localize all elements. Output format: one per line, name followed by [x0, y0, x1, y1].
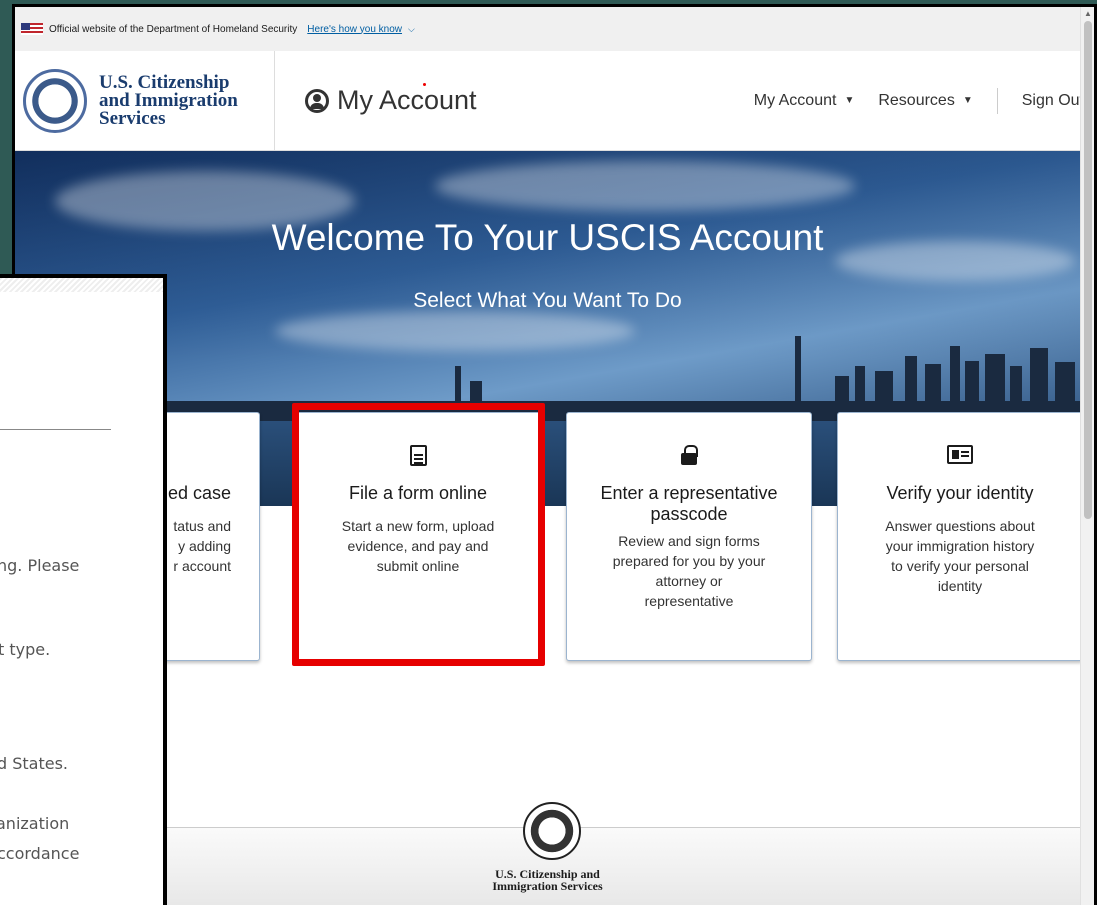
main-nav: My Account ▼ Resources ▼ Sign Out: [730, 87, 1094, 114]
card-icon-wrap: [838, 445, 1082, 469]
card-desc-line: Answer questions about: [885, 518, 1035, 534]
card-desc-line: to verify your personal: [891, 558, 1029, 574]
overlay-text-line: ng. Please: [0, 556, 80, 575]
agency-line-1: U.S. Citizenship: [99, 71, 230, 93]
us-flag-icon: [21, 23, 43, 35]
card-desc-line: evidence, and pay and: [347, 538, 489, 554]
overlay-divider: [0, 429, 111, 430]
gov-banner-text: Official website of the Department of Ho…: [49, 23, 298, 35]
card-icon-wrap: [296, 445, 540, 469]
card-desc-line: Start a new form, upload: [341, 518, 495, 534]
card-desc-line: submit online: [376, 558, 460, 574]
nav-separator: [996, 87, 998, 114]
nav-my-account[interactable]: My Account ▼: [754, 92, 855, 110]
card-file-form-online[interactable]: File a form online Start a new form, upl…: [295, 412, 541, 661]
overlay-text-line: anization: [0, 814, 70, 833]
id-card-icon: [947, 445, 973, 464]
hero-subtitle: Select What You Want To Do: [413, 289, 682, 312]
card-icon-wrap: [567, 445, 811, 469]
card-description: Start a new form, upload evidence, and p…: [296, 516, 540, 576]
nav-resources-label: Resources: [878, 91, 955, 109]
scroll-up-arrow-icon[interactable]: ▲: [1084, 9, 1092, 18]
header-divider: [274, 50, 275, 151]
caret-down-icon: ▼: [844, 95, 855, 106]
card-desc-line: your immigration history: [885, 538, 1035, 554]
card-title: Verify your identity: [886, 483, 1034, 503]
card-title-line: Enter a representative: [600, 483, 778, 503]
scrollbar-thumb[interactable]: [1084, 21, 1092, 519]
card-representative-passcode[interactable]: Enter a representative passcode Review a…: [566, 412, 812, 661]
card-desc-line: identity: [937, 578, 983, 594]
site-header: U.S. Citizenship and Immigration Service…: [15, 50, 1094, 151]
hero-title: Welcome To Your USCIS Account: [271, 217, 824, 258]
agency-line-2: and Immigration: [99, 89, 238, 111]
page-title: My Account: [305, 85, 477, 116]
browser-window: Official website of the Department of Ho…: [12, 4, 1097, 905]
gov-banner: Official website of the Department of Ho…: [15, 7, 1094, 51]
uscis-page: Official website of the Department of Ho…: [15, 7, 1094, 905]
footer-line: Immigration Services: [492, 879, 603, 893]
card-desc-line: attorney or: [655, 573, 723, 589]
overlay-document-window: ng. Please t type. d States. anization c…: [0, 274, 167, 905]
cursor-dot: [423, 83, 426, 86]
card-desc-line: prepared for you by your: [612, 553, 766, 569]
overlay-text-line: d States.: [0, 754, 69, 773]
card-verify-identity[interactable]: Verify your identity Answer questions ab…: [837, 412, 1083, 661]
nav-resources[interactable]: Resources ▼: [878, 92, 972, 110]
footer-agency-name: U.S. Citizenship and Immigration Service…: [15, 868, 1080, 892]
cloud: [435, 161, 855, 211]
overlay-title-bar: [0, 278, 163, 292]
dhs-seal-icon[interactable]: [23, 68, 87, 133]
dhs-seal-icon: [523, 802, 581, 860]
chevron-down-icon[interactable]: ⌵: [408, 24, 415, 35]
card-description: Answer questions about your immigration …: [838, 516, 1082, 596]
agency-line-3: Services: [99, 107, 166, 129]
card-desc-line: Review and sign forms: [618, 533, 760, 549]
lock-icon: [681, 445, 698, 465]
overlay-document-page: ng. Please t type. d States. anization c…: [0, 278, 163, 905]
vertical-scrollbar[interactable]: ▲: [1080, 7, 1094, 905]
document-icon: [409, 445, 427, 466]
user-circle-icon: [305, 88, 329, 113]
heres-how-you-know-link[interactable]: Here's how you know: [307, 24, 402, 35]
sign-out-link[interactable]: Sign Out: [1022, 92, 1084, 110]
nav-my-account-label: My Account: [753, 91, 837, 109]
card-description: Review and sign forms prepared for you b…: [567, 531, 811, 611]
overlay-text-line: t type.: [0, 640, 51, 659]
sign-out-label: Sign Out: [1021, 91, 1084, 109]
overlay-text-line: ccordance: [0, 844, 80, 863]
caret-down-icon: ▼: [962, 95, 973, 106]
card-title-line: passcode: [650, 504, 728, 524]
card-title: Enter a representative passcode: [567, 483, 811, 525]
site-footer: U.S. Citizenship and Immigration Service…: [15, 802, 1080, 905]
card-desc-line: representative: [644, 593, 734, 609]
card-title: File a form online: [348, 483, 488, 503]
agency-logo-text[interactable]: U.S. Citizenship and Immigration Service…: [99, 71, 274, 129]
page-title-text: My Account: [337, 85, 477, 115]
